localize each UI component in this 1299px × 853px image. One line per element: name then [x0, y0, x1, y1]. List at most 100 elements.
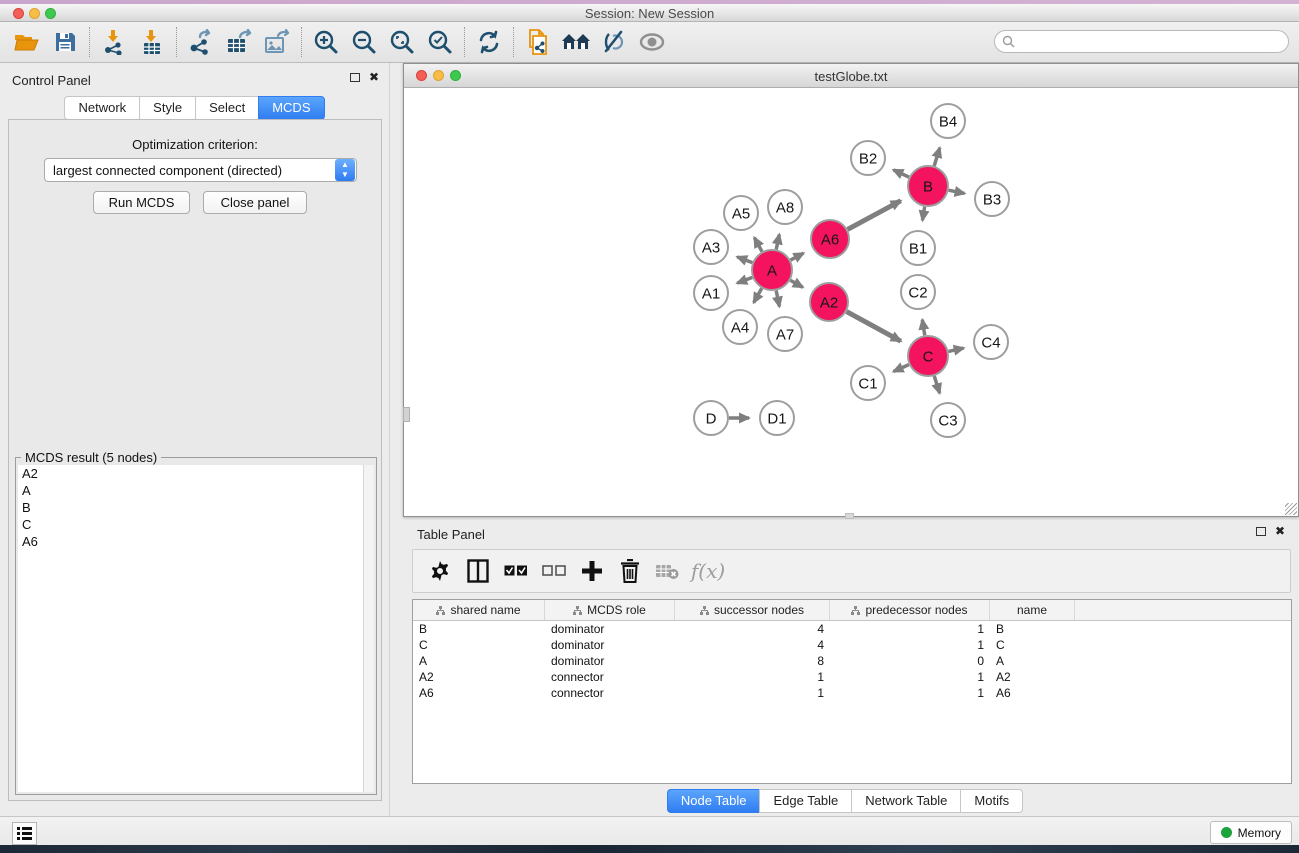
table-cell[interactable]: 8: [675, 654, 830, 668]
graph-edge-A-A2[interactable]: [790, 280, 803, 287]
tab-style[interactable]: Style: [139, 96, 195, 120]
graph-edge-A6-B[interactable]: [848, 201, 901, 230]
table-row[interactable]: A6connector11A6: [413, 685, 1291, 701]
zoom-fit-icon[interactable]: [383, 26, 421, 58]
delete-row-icon[interactable]: [613, 554, 647, 588]
zoom-in-icon[interactable]: [307, 26, 345, 58]
export-table-icon[interactable]: [220, 26, 258, 58]
graph-edge-C-C4[interactable]: [948, 348, 963, 351]
search-input[interactable]: [1015, 35, 1288, 49]
table-cell[interactable]: dominator: [545, 654, 675, 668]
add-row-icon[interactable]: [575, 554, 609, 588]
column-header-name[interactable]: name: [990, 600, 1075, 620]
graph-edge-A-A7[interactable]: [776, 291, 779, 307]
close-panel-button[interactable]: Close panel: [203, 191, 307, 214]
table-cell[interactable]: 1: [675, 686, 830, 700]
table-cell[interactable]: 0: [830, 654, 990, 668]
float-panel-icon[interactable]: [1256, 527, 1266, 536]
close-panel-icon[interactable]: ✖: [1275, 527, 1285, 536]
zoom-out-icon[interactable]: [345, 26, 383, 58]
column-header-shared-name[interactable]: shared name: [413, 600, 545, 620]
table-settings-icon[interactable]: [423, 554, 457, 588]
search-field[interactable]: [994, 30, 1289, 53]
tab-node-table[interactable]: Node Table: [667, 789, 760, 813]
vertical-scroll-thumb[interactable]: [403, 407, 410, 422]
eye-icon[interactable]: [633, 26, 671, 58]
save-session-icon[interactable]: [46, 26, 84, 58]
export-image-icon[interactable]: [258, 26, 296, 58]
run-mcds-button[interactable]: Run MCDS: [93, 191, 190, 214]
export-network-icon[interactable]: [182, 26, 220, 58]
resize-grip-icon[interactable]: [1285, 503, 1297, 515]
tab-mcds[interactable]: MCDS: [258, 96, 324, 120]
select-all-icon[interactable]: [499, 554, 533, 588]
graph-edge-B-B1[interactable]: [922, 207, 924, 221]
float-panel-icon[interactable]: [350, 73, 360, 82]
import-table-icon[interactable]: [133, 26, 171, 58]
table-cell[interactable]: C: [413, 638, 545, 652]
table-cell[interactable]: 1: [830, 622, 990, 636]
deselect-all-icon[interactable]: [537, 554, 571, 588]
zoom-selected-icon[interactable]: [421, 26, 459, 58]
table-cell[interactable]: A2: [990, 670, 1075, 684]
result-item[interactable]: C: [18, 516, 363, 533]
table-cell[interactable]: dominator: [545, 622, 675, 636]
graph-edge-C-C1[interactable]: [894, 365, 909, 372]
home-icon[interactable]: [557, 26, 595, 58]
mcds-result-list[interactable]: A2ABCA6: [18, 465, 364, 792]
graph-edge-C-C3[interactable]: [934, 376, 939, 393]
table-cell[interactable]: A6: [990, 686, 1075, 700]
network-canvas[interactable]: AA1A2A3A4A5A6A7A8BB1B2B3B4CC1C2C3C4DD1: [404, 89, 1298, 516]
tab-motifs[interactable]: Motifs: [960, 789, 1023, 813]
table-cell[interactable]: A: [990, 654, 1075, 668]
import-network-icon[interactable]: [95, 26, 133, 58]
task-history-button[interactable]: [12, 822, 37, 845]
table-row[interactable]: Adominator80A: [413, 653, 1291, 669]
graph-edge-B-B3[interactable]: [949, 190, 965, 193]
result-item[interactable]: B: [18, 499, 363, 516]
table-cell[interactable]: connector: [545, 670, 675, 684]
table-cell[interactable]: connector: [545, 686, 675, 700]
graph-edge-A-A4[interactable]: [754, 288, 762, 302]
column-header-successor-nodes[interactable]: successor nodes: [675, 600, 830, 620]
graph-edge-A-A3[interactable]: [737, 257, 752, 263]
refresh-layout-icon[interactable]: [470, 26, 508, 58]
hide-details-icon[interactable]: [595, 26, 633, 58]
table-row[interactable]: Cdominator41C: [413, 637, 1291, 653]
table-cell[interactable]: C: [990, 638, 1075, 652]
result-scrollbar[interactable]: [364, 465, 374, 792]
table-cell[interactable]: 1: [675, 670, 830, 684]
network-window-titlebar[interactable]: testGlobe.txt: [404, 64, 1298, 88]
tab-edge-table[interactable]: Edge Table: [759, 789, 851, 813]
horizontal-scroll-thumb[interactable]: [845, 513, 854, 519]
column-header-predecessor-nodes[interactable]: predecessor nodes: [830, 600, 990, 620]
table-cell[interactable]: B: [413, 622, 545, 636]
graph-edge-C-C2[interactable]: [922, 320, 924, 336]
table-cell[interactable]: 1: [830, 638, 990, 652]
table-row[interactable]: A2connector11A2: [413, 669, 1291, 685]
graph-edge-B-B2[interactable]: [893, 170, 909, 177]
graph-edge-B-B4[interactable]: [934, 148, 940, 166]
tab-select[interactable]: Select: [195, 96, 258, 120]
clone-network-icon[interactable]: [519, 26, 557, 58]
result-item[interactable]: A2: [18, 465, 363, 482]
table-cell[interactable]: dominator: [545, 638, 675, 652]
close-panel-icon[interactable]: ✖: [369, 73, 379, 82]
open-session-icon[interactable]: [8, 26, 46, 58]
table-cell[interactable]: 1: [830, 670, 990, 684]
table-cell[interactable]: B: [990, 622, 1075, 636]
result-item[interactable]: A6: [18, 533, 363, 550]
memory-button[interactable]: Memory: [1210, 821, 1292, 844]
table-cell[interactable]: A: [413, 654, 545, 668]
table-cell[interactable]: 1: [830, 686, 990, 700]
result-item[interactable]: A: [18, 482, 363, 499]
tab-network[interactable]: Network: [64, 96, 139, 120]
table-cell[interactable]: A6: [413, 686, 545, 700]
table-cell[interactable]: A2: [413, 670, 545, 684]
table-cell[interactable]: 4: [675, 622, 830, 636]
table-row[interactable]: Bdominator41B: [413, 621, 1291, 637]
table-cell[interactable]: 4: [675, 638, 830, 652]
show-columns-icon[interactable]: [461, 554, 495, 588]
graph-edge-A-A5[interactable]: [754, 238, 762, 252]
graph-edge-A2-C[interactable]: [847, 312, 901, 342]
